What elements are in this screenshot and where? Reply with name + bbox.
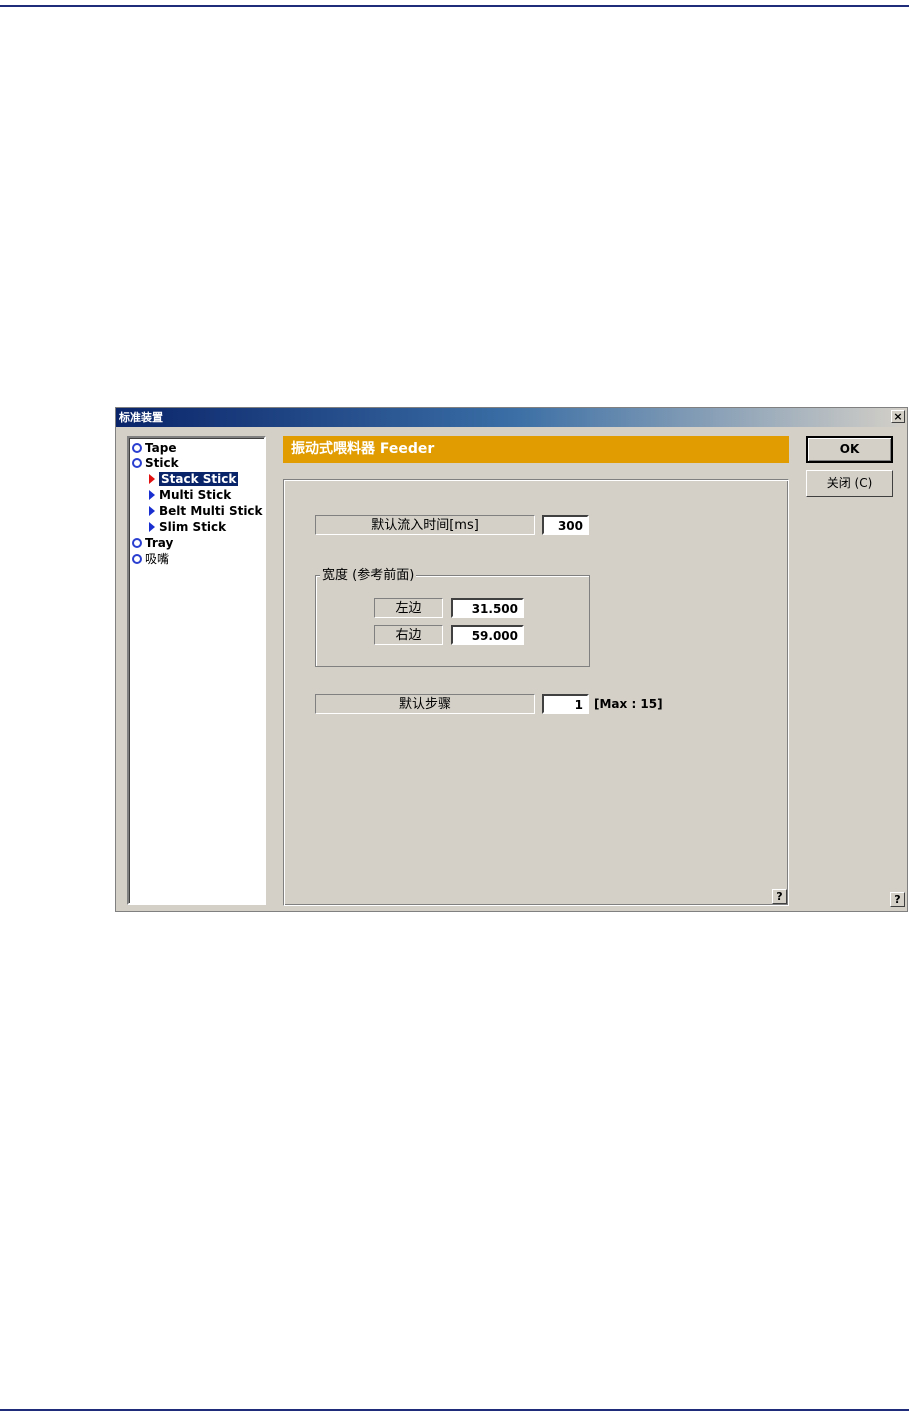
width-groupbox — [315, 575, 590, 667]
right-width-field[interactable]: 59.000 — [451, 625, 524, 645]
left-width-field[interactable]: 31.500 — [451, 598, 524, 618]
standard-settings-dialog: 标准装置 × Tape Stick Stack Stick Multi Stic… — [115, 407, 908, 912]
default-step-field[interactable]: 1 — [542, 694, 589, 714]
ok-button[interactable]: OK — [806, 436, 893, 463]
tree-item-belt-multi-stick[interactable]: Belt Multi Stick — [149, 504, 263, 519]
arrow-right-icon — [149, 505, 155, 516]
panel-help-icon[interactable]: ? — [772, 889, 787, 904]
arrow-right-icon — [149, 489, 155, 500]
tree-node-icon — [132, 457, 142, 468]
window-title: 标准装置 — [119, 411, 163, 424]
left-label: 左边 — [374, 598, 443, 618]
dialog-help-icon[interactable]: ? — [890, 892, 905, 907]
settings-panel: 默认流入时间[ms] 300 宽度 (参考前面) 左边 31.500 右边 59… — [283, 479, 789, 906]
tree-item-slim-stick[interactable]: Slim Stick — [149, 520, 226, 535]
default-inflow-label: 默认流入时间[ms] — [315, 515, 535, 535]
tree-node-icon — [132, 553, 142, 564]
default-inflow-field[interactable]: 300 — [542, 515, 589, 535]
title-bar: 标准装置 × — [116, 408, 907, 427]
tree-node-icon — [132, 537, 142, 548]
tree-item-nozzle[interactable]: 吸嘴 — [132, 552, 169, 567]
page-bottom-rule — [0, 1409, 909, 1411]
tree-node-icon — [132, 442, 142, 453]
arrow-right-icon — [149, 521, 155, 532]
default-step-label: 默认步骤 — [315, 694, 535, 714]
section-header: 振动式喂料器 Feeder — [283, 436, 789, 463]
tree-item-tape[interactable]: Tape — [132, 441, 176, 456]
close-icon[interactable]: × — [891, 410, 905, 423]
page-top-rule — [0, 5, 909, 7]
tree-item-stack-stick[interactable]: Stack Stick — [149, 472, 239, 487]
tree-item-tray[interactable]: Tray — [132, 536, 173, 551]
tree-item-multi-stick[interactable]: Multi Stick — [149, 488, 231, 503]
arrow-right-icon — [149, 473, 155, 484]
close-button[interactable]: 关闭 (C) — [806, 470, 893, 497]
right-label: 右边 — [374, 625, 443, 645]
category-tree[interactable]: Tape Stick Stack Stick Multi Stick Belt … — [127, 436, 266, 905]
default-step-max: [Max : 15] — [594, 697, 663, 711]
tree-item-stick[interactable]: Stick — [132, 456, 179, 471]
width-group-title: 宽度 (参考前面) — [320, 568, 417, 584]
